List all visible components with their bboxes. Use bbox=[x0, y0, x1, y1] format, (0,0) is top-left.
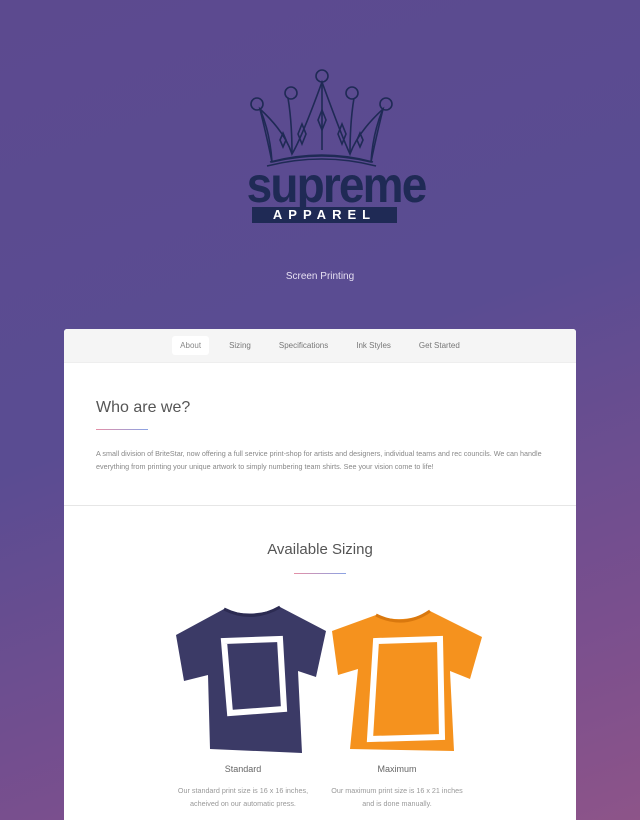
logo-wordmark: supreme bbox=[246, 157, 428, 213]
about-section: Who are we? A small division of BriteSta… bbox=[64, 363, 576, 506]
about-divider bbox=[96, 429, 148, 430]
standard-desc-line2: acheived on our automatic press. bbox=[190, 799, 296, 808]
brand-logo[interactable]: supreme APPAREL bbox=[240, 62, 428, 232]
about-title: Who are we? bbox=[96, 399, 191, 416]
standard-desc-line1: Our standard print size is 16 x 16 inche… bbox=[177, 786, 309, 795]
nav-item-about[interactable]: About bbox=[172, 336, 210, 355]
standard-shirt-image bbox=[176, 605, 326, 753]
maximum-shirt-image bbox=[332, 609, 482, 751]
logo-subtitle: APPAREL bbox=[252, 207, 397, 223]
nav-item-sizing[interactable]: Sizing bbox=[221, 336, 259, 355]
maximum-desc-line2: and is done manually. bbox=[362, 799, 432, 808]
crown-icon bbox=[250, 69, 393, 167]
nav-item-ink-styles[interactable]: Ink Styles bbox=[348, 336, 399, 355]
standard-label: Standard bbox=[224, 764, 262, 774]
maximum-desc-line1: Our maximum print size is 16 x 21 inches bbox=[331, 786, 463, 795]
maximum-label: Maximum bbox=[377, 764, 417, 774]
nav-item-specifications[interactable]: Specifications bbox=[271, 336, 336, 355]
section-nav: About Sizing Specifications Ink Styles G… bbox=[64, 329, 576, 363]
about-text: A small division of BriteStar, now offer… bbox=[96, 449, 542, 471]
sizing-title: Available Sizing bbox=[267, 541, 373, 558]
tagline: Screen Printing bbox=[285, 271, 355, 282]
content-card: About Sizing Specifications Ink Styles G… bbox=[64, 329, 576, 820]
nav-item-get-started[interactable]: Get Started bbox=[411, 336, 468, 355]
sizing-divider bbox=[294, 573, 346, 574]
